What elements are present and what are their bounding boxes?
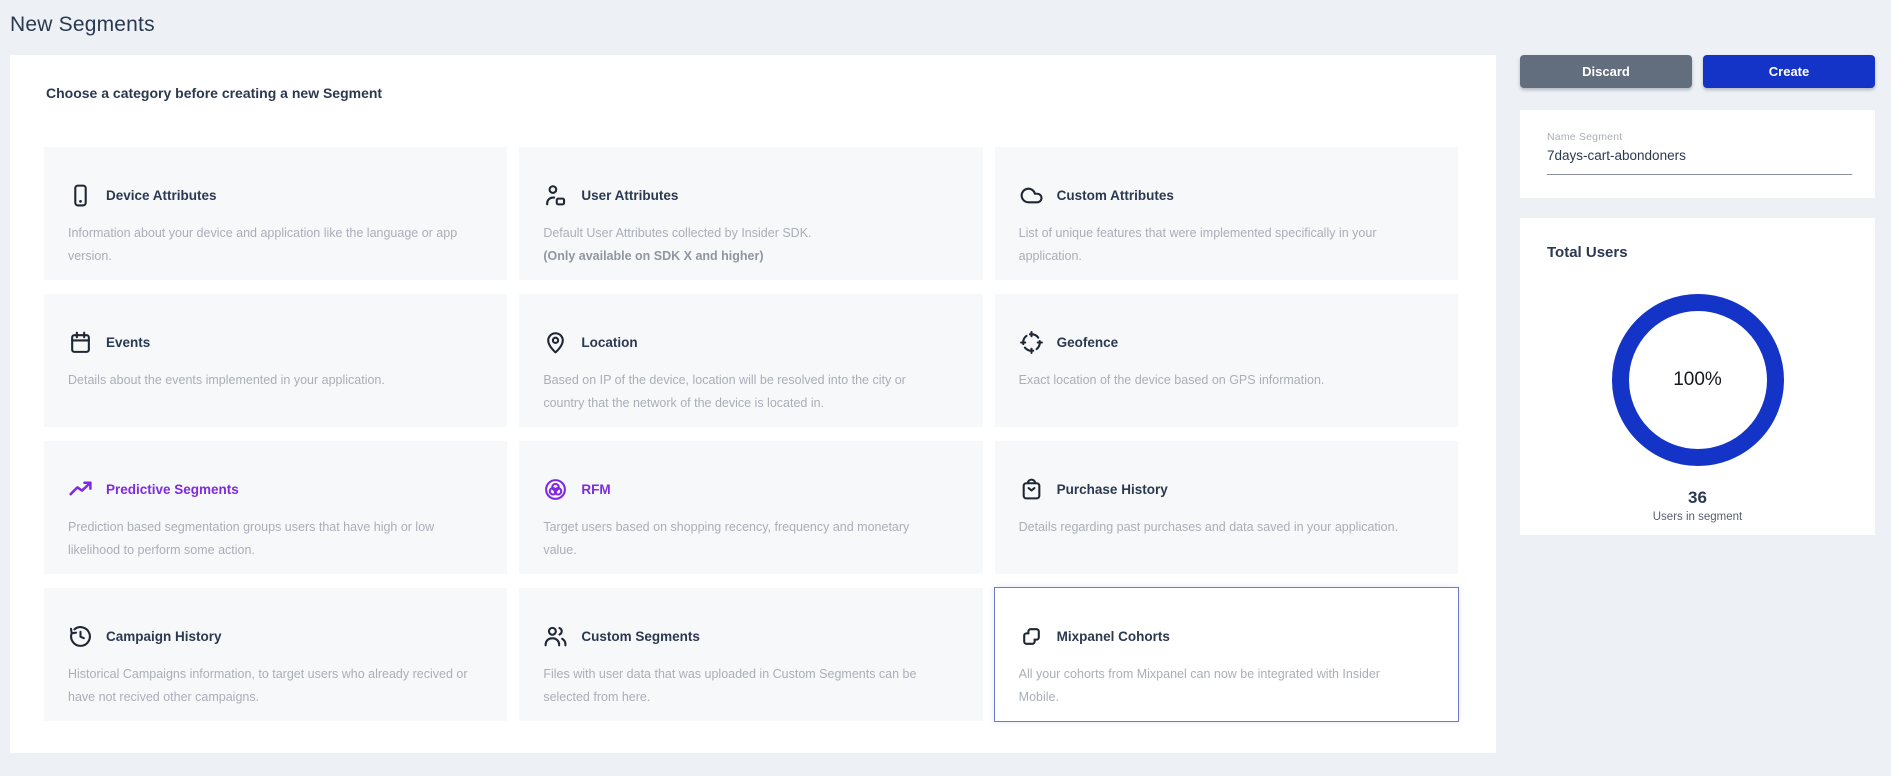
- total-users-title: Total Users: [1547, 244, 1848, 261]
- card-header: Custom Attributes: [1019, 183, 1420, 208]
- name-segment-input[interactable]: [1547, 148, 1852, 175]
- card-title: Events: [106, 335, 150, 350]
- card-description: Details about the events implemented in …: [68, 369, 469, 392]
- geofence-icon: [1019, 330, 1044, 355]
- discard-button[interactable]: Discard: [1520, 55, 1692, 88]
- shopping-bag-icon: [1019, 477, 1044, 502]
- history-clock-icon: [68, 624, 93, 649]
- total-users-donut: 100%: [1612, 294, 1784, 466]
- category-card-purchase-history[interactable]: Purchase History Details regarding past …: [995, 441, 1458, 574]
- card-header: Location: [543, 330, 944, 355]
- category-card-rfm[interactable]: RFM Target users based on shopping recen…: [519, 441, 982, 574]
- category-panel: Choose a category before creating a new …: [10, 55, 1496, 753]
- card-title: Device Attributes: [106, 188, 217, 203]
- users-count-caption: Users in segment: [1547, 511, 1848, 523]
- card-description: List of unique features that were implem…: [1019, 222, 1420, 267]
- card-header: Device Attributes: [68, 183, 469, 208]
- card-title: Custom Attributes: [1057, 188, 1174, 203]
- map-pin-icon: [543, 330, 568, 355]
- category-card-predictive-segments[interactable]: Predictive Segments Prediction based seg…: [44, 441, 507, 574]
- cloud-icon: [1019, 183, 1044, 208]
- card-description-bold: (Only available on SDK X and higher): [543, 245, 944, 268]
- category-card-events[interactable]: Events Details about the events implemen…: [44, 294, 507, 427]
- category-card-user-attributes[interactable]: User Attributes Default User Attributes …: [519, 147, 982, 280]
- card-title: User Attributes: [581, 188, 678, 203]
- card-description: Historical Campaigns information, to tar…: [68, 663, 469, 708]
- card-title: Predictive Segments: [106, 482, 239, 497]
- card-header: User Attributes: [543, 183, 944, 208]
- card-description: Based on IP of the device, location will…: [543, 369, 944, 414]
- create-button[interactable]: Create: [1703, 55, 1875, 88]
- category-card-custom-attributes[interactable]: Custom Attributes List of unique feature…: [995, 147, 1458, 280]
- card-header: Campaign History: [68, 624, 469, 649]
- card-title: Mixpanel Cohorts: [1057, 629, 1170, 644]
- panel-heading: Choose a category before creating a new …: [46, 85, 1458, 101]
- card-description: Target users based on shopping recency, …: [543, 516, 944, 561]
- card-header: Custom Segments: [543, 624, 944, 649]
- card-description: Details regarding past purchases and dat…: [1019, 516, 1420, 539]
- card-title: Location: [581, 335, 637, 350]
- device-icon: [68, 183, 93, 208]
- card-description: Files with user data that was uploaded i…: [543, 663, 944, 708]
- card-description: Exact location of the device based on GP…: [1019, 369, 1420, 392]
- category-card-mixpanel-cohorts[interactable]: Mixpanel Cohorts All your cohorts from M…: [995, 588, 1458, 721]
- category-card-device-attributes[interactable]: Device Attributes Information about your…: [44, 147, 507, 280]
- action-buttons: Discard Create: [1520, 55, 1875, 88]
- category-card-location[interactable]: Location Based on IP of the device, loca…: [519, 294, 982, 427]
- card-title: Purchase History: [1057, 482, 1168, 497]
- category-card-campaign-history[interactable]: Campaign History Historical Campaigns in…: [44, 588, 507, 721]
- linked-squares-icon: [1019, 624, 1044, 649]
- page-title: New Segments: [10, 13, 155, 37]
- card-header: RFM: [543, 477, 944, 502]
- category-card-custom-segments[interactable]: Custom Segments Files with user data tha…: [519, 588, 982, 721]
- card-header: Purchase History: [1019, 477, 1420, 502]
- segment-sidebar: Discard Create Name Segment Total Users …: [1520, 55, 1875, 535]
- donut-chart-wrap: 100%: [1547, 294, 1848, 466]
- card-description: Default User Attributes collected by Ins…: [543, 222, 944, 245]
- card-header: Predictive Segments: [68, 477, 469, 502]
- card-title: RFM: [581, 482, 610, 497]
- card-description: All your cohorts from Mixpanel can now b…: [1019, 663, 1420, 708]
- name-segment-label: Name Segment: [1547, 131, 1852, 143]
- venn-icon: [543, 477, 568, 502]
- card-description: Prediction based segmentation groups use…: [68, 516, 469, 561]
- donut-percent-label: 100%: [1673, 369, 1722, 391]
- card-title: Geofence: [1057, 335, 1119, 350]
- users-count: 36: [1547, 488, 1848, 508]
- card-title: Campaign History: [106, 629, 222, 644]
- card-header: Events: [68, 330, 469, 355]
- category-grid: Device Attributes Information about your…: [44, 147, 1458, 721]
- card-title: Custom Segments: [581, 629, 700, 644]
- card-description: Information about your device and applic…: [68, 222, 469, 267]
- total-users-card: Total Users 100% 36 Users in segment: [1520, 218, 1875, 535]
- calendar-icon: [68, 330, 93, 355]
- trending-up-icon: [68, 477, 93, 502]
- users-icon: [543, 624, 568, 649]
- card-header: Geofence: [1019, 330, 1420, 355]
- category-card-geofence[interactable]: Geofence Exact location of the device ba…: [995, 294, 1458, 427]
- name-segment-card: Name Segment: [1520, 110, 1875, 198]
- user-badge-icon: [543, 183, 568, 208]
- card-header: Mixpanel Cohorts: [1019, 624, 1420, 649]
